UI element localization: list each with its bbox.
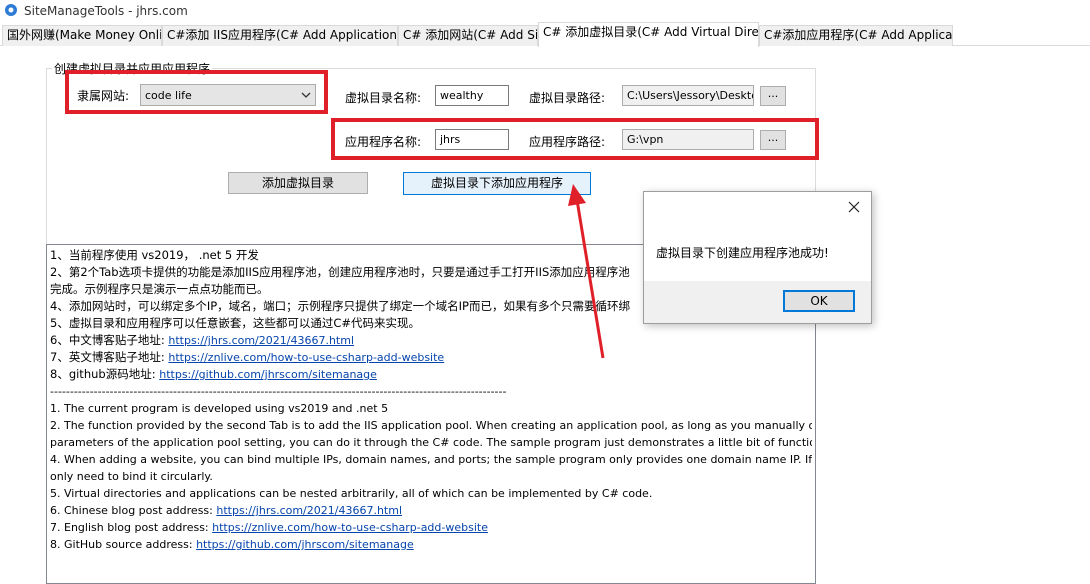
message-dialog: 虚拟目录下创建应用程序池成功! OK bbox=[643, 191, 872, 324]
tab-add-application-pool[interactable]: C#添加 IIS应用程序(C# Add Application Pool) bbox=[162, 25, 398, 46]
app-name-label: 应用程序名称: bbox=[345, 135, 422, 149]
dialog-footer: OK bbox=[644, 281, 871, 323]
tab-strip: 国外网赚(Make Money Online) C#添加 IIS应用程序(C# … bbox=[0, 22, 1090, 47]
tab-add-application[interactable]: C#添加应用程序(C# Add Application) bbox=[759, 25, 953, 46]
info-line-en: 4. When adding a website, you can bind m… bbox=[50, 453, 812, 466]
close-icon[interactable] bbox=[845, 198, 863, 216]
en-en-blog-link[interactable]: https://znlive.com/how-to-use-csharp-add… bbox=[212, 521, 488, 534]
app-icon bbox=[5, 4, 17, 16]
en-cn-blog-link[interactable]: https://jhrs.com/2021/43667.html bbox=[216, 504, 402, 517]
info-line: 6、中文博客贴子地址: https://jhrs.com/2021/43667.… bbox=[50, 332, 812, 349]
info-line-en: 1. The current program is developed usin… bbox=[50, 402, 389, 415]
site-select[interactable]: code life bbox=[140, 84, 316, 106]
dialog-message: 虚拟目录下创建应用程序池成功! bbox=[656, 246, 829, 260]
info-line-en: 5. Virtual directories and applications … bbox=[50, 487, 653, 500]
tab-add-site[interactable]: C# 添加网站(C# Add Site) bbox=[398, 25, 538, 46]
vdir-path-input[interactable]: C:\Users\Jessory\Desktop bbox=[622, 85, 754, 106]
en-blog-prefix: 7、英文博客贴子地址: bbox=[50, 350, 169, 364]
add-vdir-button[interactable]: 添加虚拟目录 bbox=[228, 172, 368, 194]
tab-make-money-online[interactable]: 国外网赚(Make Money Online) bbox=[2, 25, 162, 46]
vdir-path-label: 虚拟目录路径: bbox=[529, 91, 606, 105]
window-title: SiteManageTools - jhrs.com bbox=[24, 4, 188, 18]
separator-line: ----------------------------------------… bbox=[50, 385, 507, 398]
site-label: 隶属网站: bbox=[77, 89, 130, 103]
info-line: 7、英文博客贴子地址: https://znlive.com/how-to-us… bbox=[50, 349, 812, 366]
info-line-en: 6. Chinese blog post address: https://jh… bbox=[50, 502, 812, 519]
chevron-down-icon bbox=[301, 92, 311, 98]
info-line-en: 2. The function provided by the second T… bbox=[50, 419, 812, 432]
vdir-name-label: 虚拟目录名称: bbox=[345, 91, 422, 105]
info-line-en: parameters of the application pool setti… bbox=[50, 436, 812, 449]
window-titlebar: SiteManageTools - jhrs.com bbox=[0, 0, 1090, 22]
app-name-input[interactable]: jhrs bbox=[435, 129, 509, 150]
en-en-blog-prefix: 7. English blog post address: bbox=[50, 521, 213, 534]
app-path-input[interactable]: G:\vpn bbox=[622, 129, 754, 150]
github-link[interactable]: https://github.com/jhrscom/sitemanage bbox=[159, 368, 377, 381]
github-prefix: 8、github源码地址: bbox=[50, 367, 160, 381]
info-line-en: only need to bind it circularly. bbox=[50, 470, 213, 483]
tab-add-virtual-directory[interactable]: C# 添加虚拟目录(C# Add Virtual Directory) bbox=[538, 22, 759, 47]
vdir-name-input[interactable]: wealthy bbox=[435, 85, 509, 106]
ok-button[interactable]: OK bbox=[783, 290, 855, 312]
en-cn-blog-prefix: 6. Chinese blog post address: bbox=[50, 504, 217, 517]
en-github-link[interactable]: https://github.com/jhrscom/sitemanage bbox=[196, 538, 414, 551]
info-line-en: 8. GitHub source address: https://github… bbox=[50, 536, 812, 553]
add-app-under-vdir-button[interactable]: 虚拟目录下添加应用程序 bbox=[403, 172, 591, 195]
info-line-en: 7. English blog post address: https://zn… bbox=[50, 519, 812, 536]
tab-content-virtual-directory: 创建虚拟目录并应用应用程序 隶属网站: code life 虚拟目录名称: we… bbox=[0, 46, 1090, 584]
en-github-prefix: 8. GitHub source address: bbox=[50, 538, 197, 551]
cn-blog-link[interactable]: https://jhrs.com/2021/43667.html bbox=[168, 334, 354, 347]
groupbox-title: 创建虚拟目录并应用应用程序 bbox=[52, 62, 213, 76]
app-path-label: 应用程序路径: bbox=[529, 135, 606, 149]
app-path-browse-button[interactable]: ... bbox=[760, 130, 786, 150]
info-line: 8、github源码地址: https://github.com/jhrscom… bbox=[50, 366, 812, 383]
en-blog-link[interactable]: https://znlive.com/how-to-use-csharp-add… bbox=[168, 351, 444, 364]
site-select-value: code life bbox=[145, 89, 192, 102]
vdir-path-browse-button[interactable]: ... bbox=[760, 86, 786, 106]
cn-blog-prefix: 6、中文博客贴子地址: bbox=[50, 333, 169, 347]
